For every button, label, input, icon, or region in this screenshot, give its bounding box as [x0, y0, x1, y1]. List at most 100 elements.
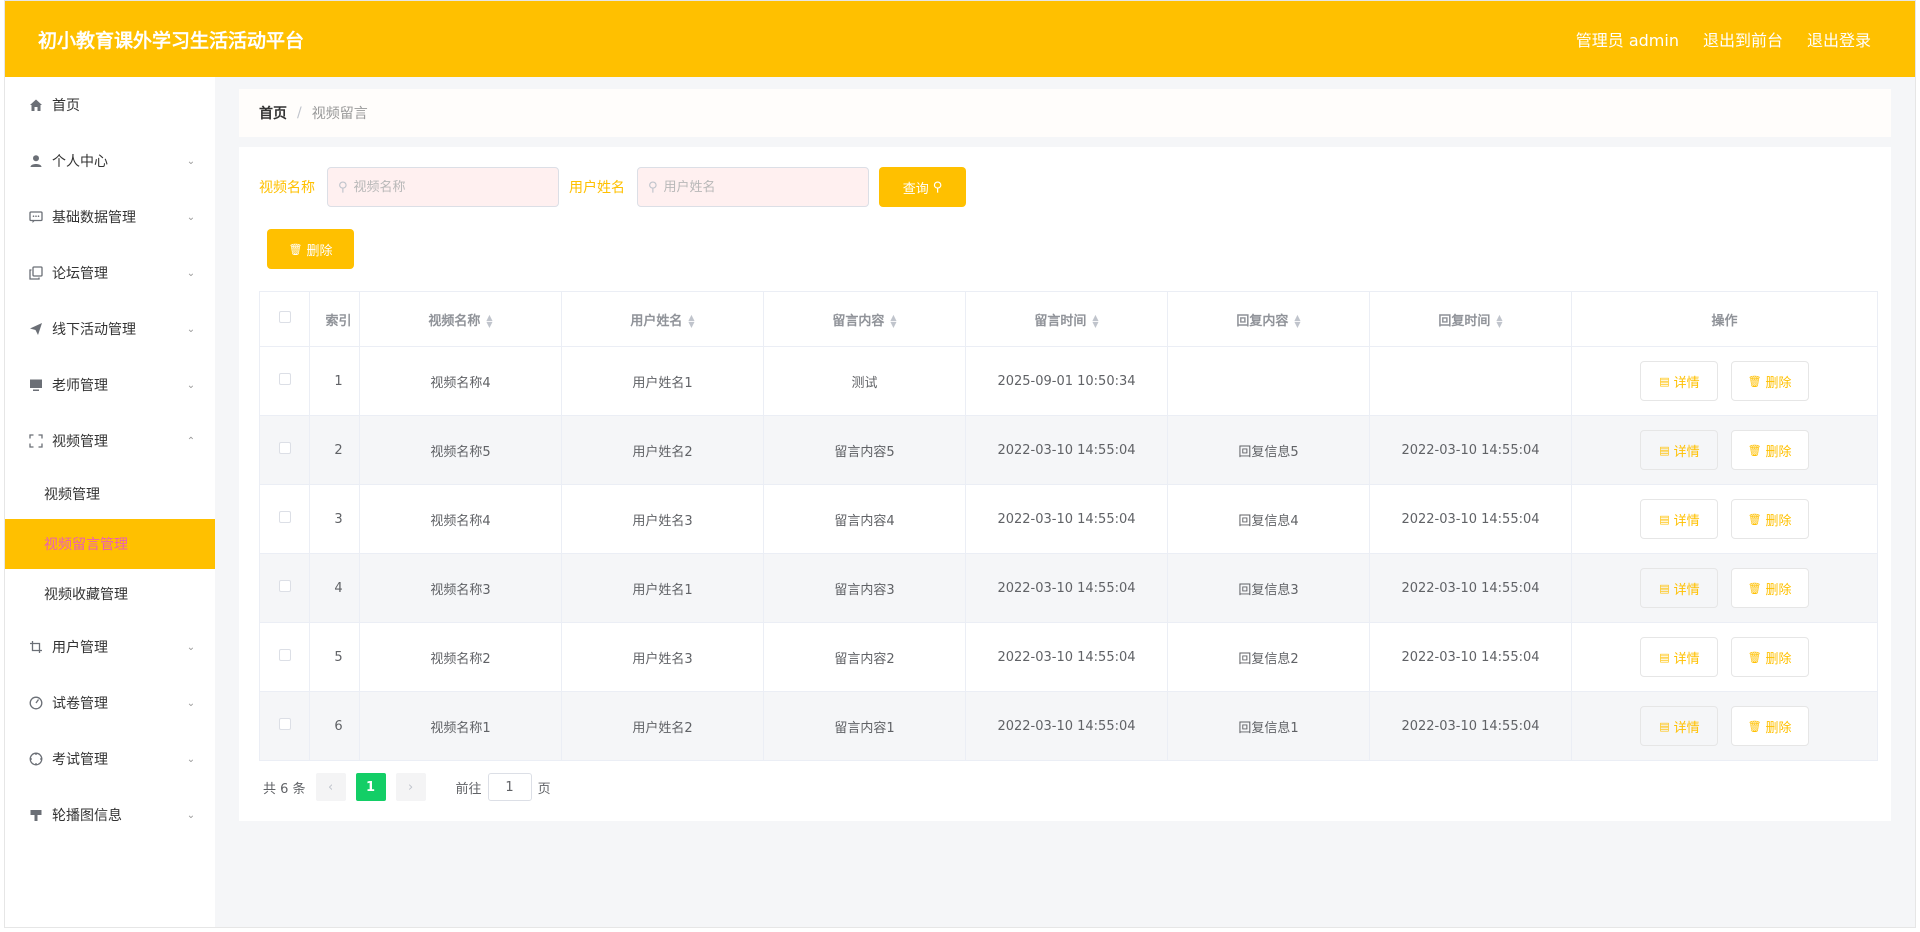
- document-icon: ▤: [1659, 443, 1670, 457]
- delete-button[interactable]: 🗑 删除: [1730, 361, 1809, 401]
- row-checkbox[interactable]: [278, 718, 291, 730]
- detail-button[interactable]: ▤ 详情: [1640, 568, 1719, 608]
- sidebar-subitem-video-favorite[interactable]: 视频收藏管理: [5, 569, 215, 619]
- detail-button[interactable]: ▤ 详情: [1640, 637, 1719, 677]
- exit-to-front-link[interactable]: 退出到前台: [1703, 27, 1783, 51]
- sidebar-item-exam[interactable]: 考试管理 ⌄: [5, 731, 215, 787]
- row-checkbox[interactable]: [278, 511, 291, 523]
- row-checkbox[interactable]: [278, 580, 291, 592]
- goto-page-input[interactable]: [491, 779, 528, 795]
- breadcrumb-separator: /: [297, 105, 302, 121]
- row-checkbox[interactable]: [278, 442, 291, 454]
- cell-reply: 回复信息4: [1167, 484, 1370, 554]
- delete-button[interactable]: 🗑 删除: [1730, 430, 1809, 470]
- cell-index: 6: [309, 691, 360, 761]
- video-name-label: 视频名称: [259, 180, 315, 196]
- sort-icon[interactable]: ▲ ▼: [486, 314, 492, 329]
- row-checkbox[interactable]: [278, 649, 291, 661]
- monitor-icon: [28, 377, 44, 393]
- sidebar-item-exam-paper[interactable]: 试卷管理 ⌄: [5, 675, 215, 731]
- delete-button[interactable]: 🗑 删除: [1730, 499, 1809, 539]
- chevron-down-icon: ⌄: [186, 697, 196, 709]
- col-label: 视频名称: [428, 313, 481, 329]
- cell-reply-time: 2022-03-10 14:55:04: [1369, 484, 1572, 554]
- video-name-input[interactable]: [353, 179, 534, 195]
- detail-button[interactable]: ▤ 详情: [1640, 706, 1719, 746]
- logout-link[interactable]: 退出登录: [1807, 27, 1871, 51]
- sidebar-item-label: 试卷管理: [52, 696, 108, 712]
- cell-video: 视频名称5: [359, 415, 562, 485]
- next-page-button[interactable]: ›: [395, 773, 426, 801]
- sort-icon[interactable]: ▲ ▼: [1092, 314, 1098, 329]
- cell-video: 视频名称2: [359, 622, 562, 692]
- sidebar-item-label: 线下活动管理: [52, 322, 136, 338]
- sidebar-item-carousel[interactable]: 轮播图信息 ⌄: [5, 787, 215, 843]
- sidebar-subitem-video-manage[interactable]: 视频管理: [5, 469, 215, 519]
- detail-button[interactable]: ▤ 详情: [1640, 499, 1719, 539]
- cell-content: 留言内容2: [763, 622, 966, 692]
- detail-label: 详情: [1673, 375, 1700, 391]
- sort-icon[interactable]: ▲ ▼: [1496, 314, 1502, 329]
- sidebar-item-video[interactable]: 视频管理 ⌃: [5, 413, 215, 469]
- chevron-up-icon: ⌃: [186, 435, 196, 447]
- prev-page-button[interactable]: ‹: [315, 773, 346, 801]
- sidebar-item-basic-data[interactable]: 基础数据管理 ⌄: [5, 189, 215, 245]
- stamp-icon: [28, 807, 44, 823]
- delete-button[interactable]: 🗑 删除: [1730, 637, 1809, 677]
- select-all-checkbox[interactable]: [278, 311, 291, 323]
- goto-suffix: 页: [537, 781, 551, 797]
- user-name-input[interactable]: [663, 179, 844, 195]
- row-checkbox[interactable]: [278, 373, 291, 385]
- delete-label: 删除: [1765, 720, 1792, 736]
- home-icon: [28, 97, 44, 113]
- col-reply-time[interactable]: 回复时间 ▲ ▼: [1369, 291, 1572, 347]
- col-content[interactable]: 留言内容 ▲ ▼: [763, 291, 966, 347]
- col-reply[interactable]: 回复内容 ▲ ▼: [1167, 291, 1370, 347]
- pagination-total: 共 6 条: [263, 781, 306, 797]
- sidebar-item-profile[interactable]: 个人中心 ⌄: [5, 133, 215, 189]
- cell-video: 视频名称1: [359, 691, 562, 761]
- delete-button[interactable]: 🗑 删除: [1730, 706, 1809, 746]
- page-number-current[interactable]: 1: [355, 773, 386, 801]
- sidebar-item-home[interactable]: 首页: [5, 77, 215, 133]
- chevron-down-icon: ⌄: [186, 267, 196, 279]
- query-button[interactable]: 查询 ⚲: [879, 167, 966, 207]
- sidebar-subitem-video-comment[interactable]: 视频留言管理: [5, 519, 215, 569]
- user-name-field[interactable]: ⚲: [637, 167, 869, 207]
- sidebar-item-teacher[interactable]: 老师管理 ⌄: [5, 357, 215, 413]
- detail-button[interactable]: ▤ 详情: [1640, 430, 1719, 470]
- sidebar-item-forum[interactable]: 论坛管理 ⌄: [5, 245, 215, 301]
- detail-button[interactable]: ▤ 详情: [1640, 361, 1719, 401]
- sort-icon[interactable]: ▲ ▼: [890, 314, 896, 329]
- cell-reply: 回复信息2: [1167, 622, 1370, 692]
- row-select-cell: [259, 553, 310, 623]
- cell-time: 2022-03-10 14:55:04: [965, 484, 1168, 554]
- app-title: 初小教育课外学习生活活动平台: [38, 29, 305, 52]
- search-icon: ⚲: [338, 179, 348, 195]
- col-video-name[interactable]: 视频名称 ▲ ▼: [359, 291, 562, 347]
- delete-button[interactable]: 🗑 删除: [1730, 568, 1809, 608]
- sidebar-item-label: 考试管理: [52, 752, 108, 768]
- cell-user: 用户姓名1: [561, 346, 764, 416]
- cell-time: 2022-03-10 14:55:04: [965, 622, 1168, 692]
- video-name-field[interactable]: ⚲: [327, 167, 559, 207]
- table-row: 1 视频名称4 用户姓名1 测试 2025-09-01 10:50:34 ▤ 详情…: [259, 346, 1878, 416]
- odometer-icon: [28, 695, 44, 711]
- sidebar-item-offline-activity[interactable]: 线下活动管理 ⌄: [5, 301, 215, 357]
- col-label: 回复时间: [1438, 313, 1491, 329]
- col-user-name[interactable]: 用户姓名 ▲ ▼: [561, 291, 764, 347]
- select-all-cell: [259, 291, 310, 347]
- admin-label[interactable]: 管理员 admin: [1576, 27, 1679, 51]
- sort-icon[interactable]: ▲ ▼: [688, 314, 694, 329]
- cell-content: 留言内容3: [763, 553, 966, 623]
- sort-icon[interactable]: ▲ ▼: [1294, 314, 1300, 329]
- sidebar-item-label: 论坛管理: [52, 266, 108, 282]
- batch-delete-button[interactable]: 🗑 删除: [267, 229, 354, 269]
- sidebar-item-user[interactable]: 用户管理 ⌄: [5, 619, 215, 675]
- detail-label: 详情: [1673, 651, 1700, 667]
- table-row: 4 视频名称3 用户姓名1 留言内容3 2022-03-10 14:55:04 …: [259, 553, 1878, 623]
- col-time[interactable]: 留言时间 ▲ ▼: [965, 291, 1168, 347]
- goto-page-field[interactable]: [487, 773, 532, 801]
- breadcrumb-home[interactable]: 首页: [259, 103, 287, 123]
- row-select-cell: [259, 622, 310, 692]
